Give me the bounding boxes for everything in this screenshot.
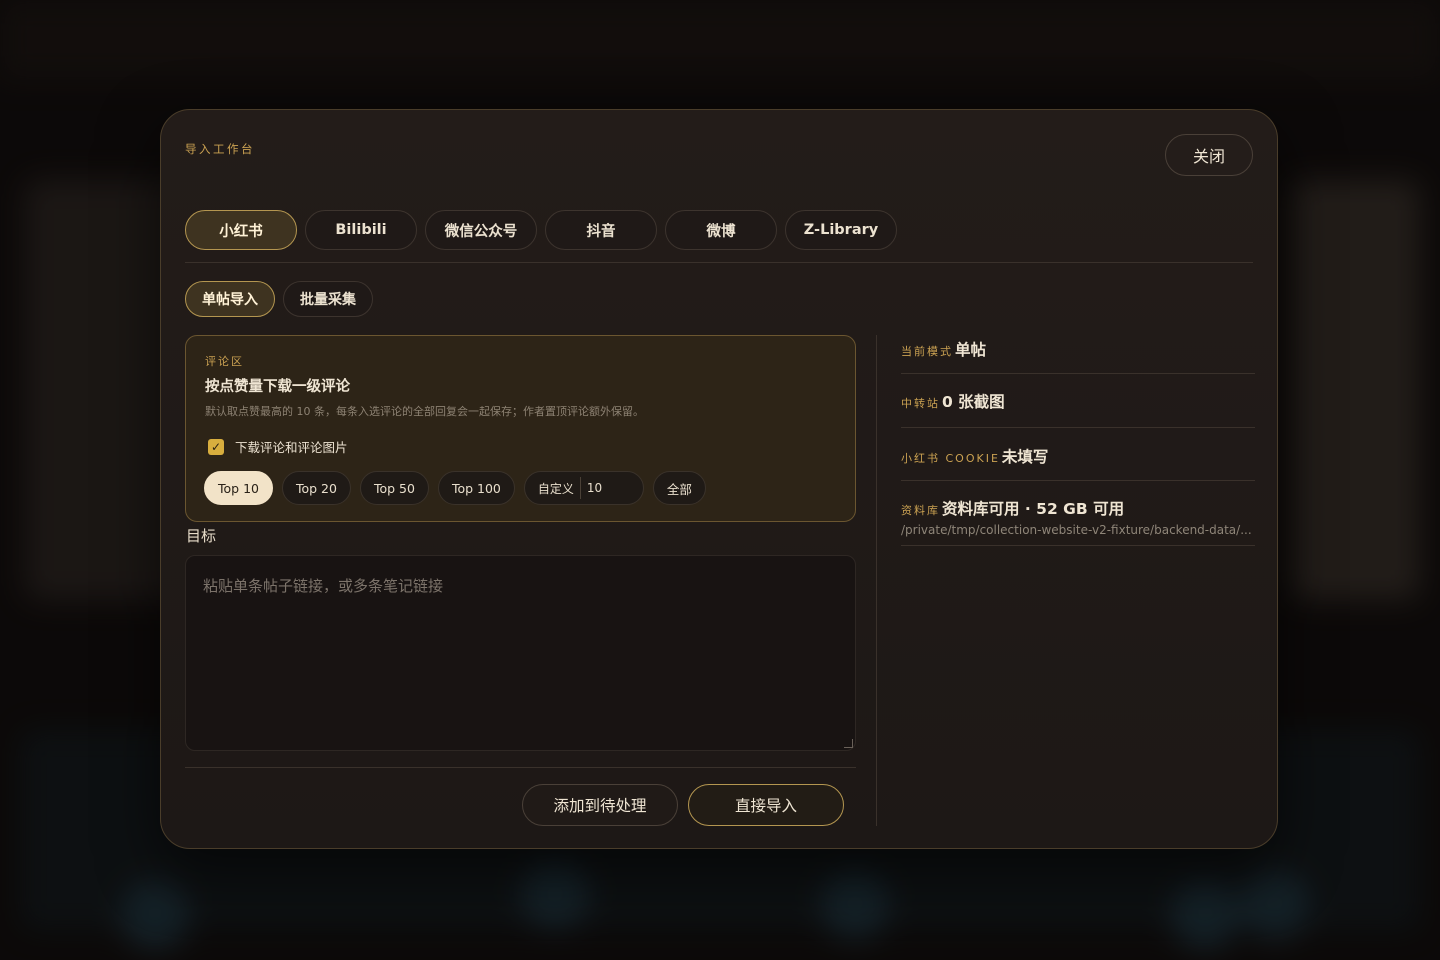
comment-eyebrow: 评论区 (205, 355, 244, 368)
comment-description: 默认取点赞最高的 10 条，每条入选评论的全部回复会一起保存；作者置顶评论额外保… (205, 405, 644, 418)
mode-tabs: 单帖导入 批量采集 (185, 281, 373, 317)
check-icon: ✓ (210, 439, 222, 454)
add-to-queue-button[interactable]: 添加到待处理 (522, 784, 678, 826)
tab-batch-collect[interactable]: 批量采集 (283, 281, 373, 317)
target-label: 目标 (186, 527, 217, 545)
library-path: /private/tmp/collection-website-v2-fixtu… (901, 523, 1252, 537)
target-textarea[interactable]: 粘贴单条帖子链接，或多条笔记链接 (185, 555, 856, 751)
divider (901, 545, 1255, 546)
info-relay: 中转站 0 张截图 (901, 390, 1255, 412)
custom-count-field[interactable]: 自定义 10 (523, 471, 644, 505)
target-placeholder: 粘贴单条帖子链接，或多条笔记链接 (203, 577, 444, 595)
tab-bilibili[interactable]: Bilibili (305, 210, 417, 250)
tab-wechat[interactable]: 微信公众号 (425, 210, 537, 250)
info-library-value: 资料库可用 · 52 GB 可用 (942, 500, 1125, 518)
tab-weibo[interactable]: 微博 (665, 210, 777, 250)
import-modal: 导入工作台 关闭 小红书 Bilibili 微信公众号 抖音 微博 Z-Libr… (160, 109, 1278, 849)
option-top-20[interactable]: Top 20 (281, 471, 351, 505)
checkbox[interactable]: ✓ (208, 438, 224, 455)
tab-single-post[interactable]: 单帖导入 (185, 281, 275, 317)
info-mode-key: 当前模式 (901, 345, 953, 358)
tab-zlibrary[interactable]: Z-Library (785, 210, 897, 250)
comment-title: 按点赞量下载一级评论 (205, 379, 350, 395)
custom-count-input[interactable]: 10 (581, 481, 602, 495)
divider (901, 373, 1255, 374)
column-divider (876, 335, 877, 826)
resize-handle-icon[interactable] (844, 739, 853, 748)
tab-xiaohongshu[interactable]: 小红书 (185, 210, 297, 250)
info-cookie-value: 未填写 (1001, 448, 1049, 466)
info-mode: 当前模式 单帖 (901, 338, 1255, 360)
divider (901, 480, 1255, 481)
info-relay-value: 0 张截图 (942, 393, 1005, 411)
platform-tabs: 小红书 Bilibili 微信公众号 抖音 微博 Z-Library (185, 210, 897, 250)
info-mode-value: 单帖 (955, 341, 987, 359)
download-comments-toggle[interactable]: ✓ 下载评论和评论图片 (208, 437, 348, 456)
tab-douyin[interactable]: 抖音 (545, 210, 657, 250)
checkbox-label: 下载评论和评论图片 (235, 440, 348, 455)
import-now-button[interactable]: 直接导入 (688, 784, 844, 826)
option-top-100[interactable]: Top 100 (437, 471, 515, 505)
info-relay-key: 中转站 (901, 397, 940, 410)
custom-label: 自定义 (525, 477, 581, 499)
close-button[interactable]: 关闭 (1165, 134, 1253, 176)
info-library: 资料库 资料库可用 · 52 GB 可用 /private/tmp/collec… (901, 497, 1255, 537)
modal-eyebrow: 导入工作台 (185, 142, 255, 156)
info-library-key: 资料库 (901, 504, 940, 517)
option-top-50[interactable]: Top 50 (359, 471, 429, 505)
comment-settings-card: 评论区 按点赞量下载一级评论 默认取点赞最高的 10 条，每条入选评论的全部回复… (185, 335, 856, 522)
divider (185, 767, 856, 768)
option-top-10[interactable]: Top 10 (204, 471, 273, 505)
info-cookie: 小红书 COOKIE 未填写 (901, 445, 1255, 467)
option-all[interactable]: 全部 (652, 471, 706, 505)
top-count-options: Top 10 Top 20 Top 50 Top 100 自定义 10 全部 (204, 471, 706, 505)
info-cookie-key: 小红书 COOKIE (901, 452, 1000, 465)
divider (901, 427, 1255, 428)
divider (185, 262, 1253, 263)
